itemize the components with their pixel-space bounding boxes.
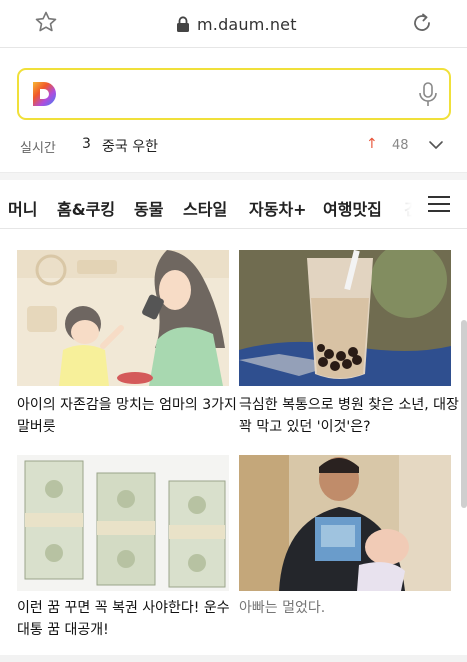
tab-animals[interactable]: 동물 [134,196,163,220]
card-title[interactable]: 극심한 복통으로 병원 찾은 소년, 대장 꽉 막고 있던 '이것'은? [239,394,461,438]
url-text: m.daum.net [197,14,297,34]
tab-style[interactable]: 스타일 [183,196,227,220]
card-image-mother-child[interactable] [17,250,229,386]
hamburger-menu-icon[interactable] [428,195,450,213]
trend-up-icon: ↑ [366,136,378,152]
url-display[interactable]: m.daum.net [176,13,297,35]
realtime-keyword[interactable]: 중국 우한 [102,136,158,156]
bottom-divider [0,655,467,662]
card-title[interactable]: 이런 꿈 꾸면 꼭 복권 사야한다! 운수 대통 꿈 대공개! [17,597,239,641]
chevron-down-icon[interactable] [428,138,444,152]
reload-icon[interactable] [410,11,434,35]
card-title[interactable]: 아이의 자존감을 망치는 엄마의 3가지 말버릇 [17,394,239,438]
card-image-father-baby[interactable] [239,455,451,591]
search-box[interactable] [17,68,451,120]
tab-travel-food[interactable]: 여행맛집 [323,196,382,220]
daum-logo-icon [33,82,56,106]
realtime-keyword-bar[interactable]: 실시간 3 중국 우한 ↑ 48 [0,130,467,162]
tab-cars[interactable]: 자동차+ [249,196,307,220]
section-divider [0,172,467,180]
bookmark-star-icon[interactable] [34,10,58,34]
card-title[interactable]: 아빠는 멀었다. [239,597,461,619]
keyword-rank: 3 [82,136,91,152]
card-image-money-stacks[interactable] [17,455,229,591]
lock-icon [177,16,189,32]
browser-url-bar: m.daum.net [0,0,467,48]
tab-money[interactable]: 머니 [8,196,37,220]
microphone-icon[interactable] [417,81,439,109]
realtime-label: 실시간 [20,141,56,156]
trend-count: 48 [392,138,409,153]
search-input[interactable] [71,80,411,108]
card-image-bubble-tea[interactable] [239,250,451,386]
tab-home-cooking[interactable]: 홈&쿠킹 [57,196,115,228]
scrollbar[interactable] [461,320,467,508]
category-tabs: 머니 홈&쿠킹 동물 스타일 자동차+ 여행맛집 건 [0,181,467,229]
